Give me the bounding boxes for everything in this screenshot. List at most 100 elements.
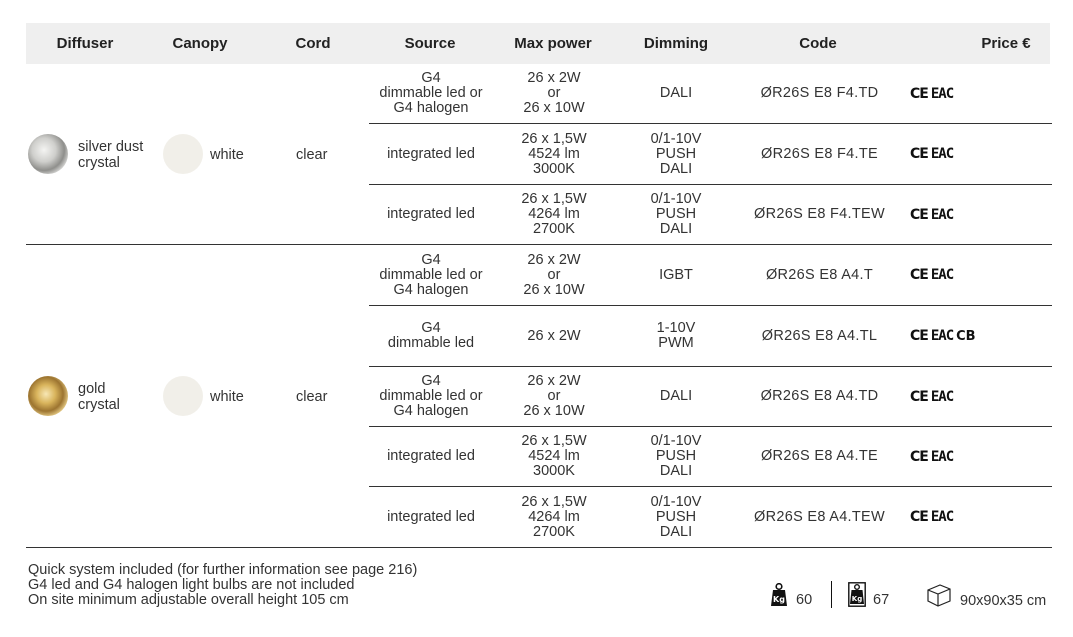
header-code: Code <box>799 35 837 52</box>
cell-line: G4 halogen <box>393 100 469 116</box>
cell-line: integrated led <box>387 508 475 525</box>
canopy-label: white <box>210 147 244 163</box>
row-divider <box>369 426 1052 427</box>
table-row: integrated led 26 x 1,5W 4524 lm 3000K 0/1-1… <box>369 427 1052 486</box>
ce-mark-icon: CE <box>910 146 929 162</box>
cell-line: 3000K <box>533 160 575 177</box>
eac-mark-icon: EAC <box>930 267 954 283</box>
table-row: G4 dimmable led 26 x 2W 1-10V PWM ØR26S E8 A4… <box>369 306 1052 366</box>
header-cord: Cord <box>295 35 331 52</box>
header-canopy: Canopy <box>172 35 228 52</box>
max-power-cell: 26 x 2W or 26 x 10W <box>493 245 615 305</box>
cell-line: PUSH <box>655 448 697 464</box>
max-power-cell: 26 x 2W or 26 x 10W <box>493 64 615 123</box>
cell-line: 0/1-10V <box>650 493 702 510</box>
cell-line: 4524 lm <box>528 145 580 162</box>
max-power-cell: 26 x 2W or 26 x 10W <box>493 367 615 426</box>
cell-line: PUSH <box>655 206 697 222</box>
dimming-cell: DALI <box>615 64 737 123</box>
table-row: integrated led 26 x 1,5W 4264 lm 2700K 0/1-1… <box>369 185 1052 244</box>
eac-mark-icon: EAC <box>930 448 954 465</box>
certification-marks: CE EAC <box>910 185 954 244</box>
product-spec-page: Diffuser Canopy Cord Source Max power Di… <box>0 0 1073 637</box>
kg-package-weight-icon: Kg <box>848 582 866 607</box>
source-cell: G4 dimmable led or G4 halogen <box>369 245 493 305</box>
code-cell: ØR26S E8 A4.TD <box>737 367 902 426</box>
source-cell: G4 dimmable led or G4 halogen <box>369 64 493 123</box>
cell-line: 3000K <box>533 463 575 479</box>
cell-line: 26 x 1,5W <box>521 191 587 207</box>
table-bottom-rule <box>26 547 1052 548</box>
kg-weight-icon: Kg <box>771 583 787 606</box>
certification-marks: CE EAC <box>910 367 954 426</box>
cell-line: integrated led <box>387 206 475 222</box>
max-power-cell: 26 x 1,5W 4264 lm 2700K <box>493 185 615 244</box>
product-code: ØR26S E8 A4.TD <box>760 388 879 404</box>
row-divider <box>369 184 1052 185</box>
product-code: ØR26S E8 A4.T <box>765 266 874 283</box>
source-cell: integrated led <box>369 427 493 486</box>
table-row: G4 dimmable led or G4 halogen 26 x 2W or 26 x… <box>369 245 1052 305</box>
ce-mark-icon: CE <box>910 206 929 223</box>
header-source: Source <box>404 35 456 52</box>
table-header: Diffuser Canopy Cord Source Max power Di… <box>26 23 1050 64</box>
cell-line: or <box>547 388 561 404</box>
canopy-label: white <box>210 389 244 405</box>
cell-line: 0/1-10V <box>650 433 702 449</box>
product-code: ØR26S E8 A4.TE <box>760 448 879 464</box>
certification-marks: CE EAC <box>910 64 954 123</box>
cell-line: DALI <box>659 85 693 101</box>
ce-mark-icon: CE <box>910 85 929 102</box>
dimming-cell: 0/1-10V PUSH DALI <box>615 487 737 547</box>
cell-line: 26 x 2W <box>527 373 581 389</box>
code-cell: ØR26S E8 A4.T <box>737 245 902 305</box>
certification-marks: CE EAC <box>910 245 954 305</box>
cell-line: DALI <box>659 523 693 540</box>
code-cell: ØR26S E8 F4.TE <box>737 124 902 184</box>
cell-line: PUSH <box>655 145 697 162</box>
cell-line: 26 x 10W <box>523 403 585 419</box>
notes: Quick system included (for further infor… <box>28 563 417 608</box>
cell-line: PWM <box>658 335 694 351</box>
group-divider <box>26 244 1052 245</box>
max-power-cell: 26 x 1,5W 4524 lm 3000K <box>493 124 615 184</box>
certification-marks: CE EAC <box>910 124 954 184</box>
cell-line: 4264 lm <box>528 206 580 222</box>
cell-line: dimmable led <box>387 335 475 351</box>
cell-line: 26 x 1,5W <box>521 433 587 449</box>
product-group-silver: silver dust crystal white clear <box>26 64 369 244</box>
eac-mark-icon: EAC <box>930 146 954 162</box>
certification-marks: CE EAC CB <box>910 306 976 366</box>
header-price: Price € <box>981 35 1031 52</box>
dimming-cell: 1-10V PWM <box>615 306 737 366</box>
code-cell: ØR26S E8 F4.TD <box>737 64 902 123</box>
gross-weight-value: 67 <box>873 592 890 608</box>
cell-line: 2700K <box>533 523 575 540</box>
weight-separator <box>831 581 832 608</box>
certification-marks: CE EAC <box>910 427 954 486</box>
dimming-cell: 0/1-10V PUSH DALI <box>615 124 737 184</box>
cell-line: or <box>547 266 561 283</box>
eac-mark-icon: EAC <box>930 206 954 223</box>
source-cell: G4 dimmable led <box>369 306 493 366</box>
product-group-gold: gold crystal white clear <box>26 245 369 547</box>
source-cell: G4 dimmable led or G4 halogen <box>369 367 493 426</box>
dimming-cell: 0/1-10V PUSH DALI <box>615 427 737 486</box>
cell-line: or <box>547 85 561 101</box>
product-code: ØR26S E8 A4.TEW <box>753 508 886 525</box>
cell-line: PUSH <box>655 508 697 525</box>
cell-line: IGBT <box>659 266 693 283</box>
cell-line: 4524 lm <box>528 448 580 464</box>
eac-mark-icon: EAC <box>930 509 954 525</box>
product-code: ØR26S E8 F4.TE <box>760 145 879 162</box>
canopy-swatch-white <box>163 376 203 416</box>
cell-line: G4 <box>421 373 441 389</box>
cell-line: 26 x 10W <box>523 100 585 116</box>
source-cell: integrated led <box>369 487 493 547</box>
eac-mark-icon: EAC <box>930 388 954 405</box>
ce-mark-icon: CE <box>910 448 929 465</box>
net-weight-value: 60 <box>796 592 813 608</box>
note-line: G4 led and G4 halogen light bulbs are no… <box>28 577 355 593</box>
cell-line: 0/1-10V <box>650 191 702 207</box>
diffuser-label: gold crystal <box>78 381 120 413</box>
